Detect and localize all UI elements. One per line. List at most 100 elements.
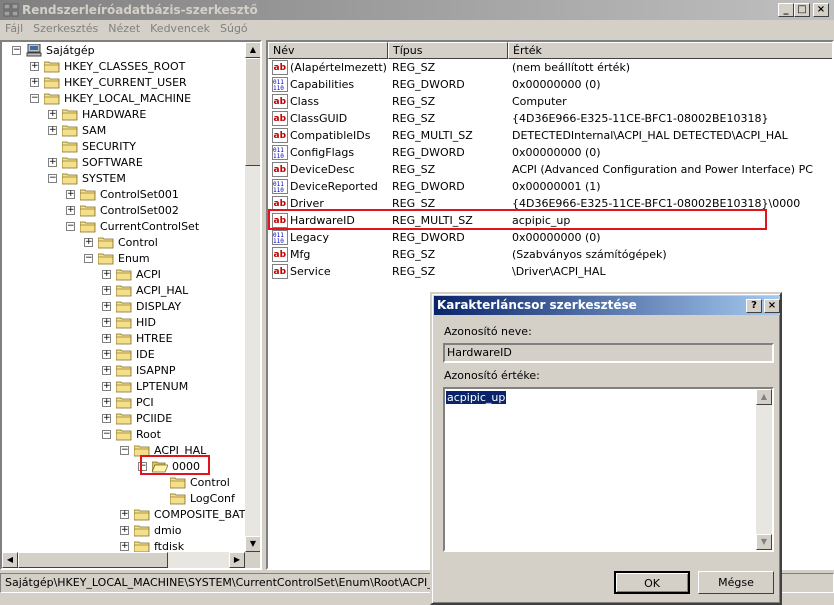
value-row[interactable]: 011 110 DeviceReported REG_DWORD 0x00000001 … [268,178,832,195]
expand-icon[interactable]: + [102,286,111,295]
tree-vertical-scrollbar[interactable]: ▲ ▼ [245,42,260,552]
tree-node[interactable]: + ACPI_HAL [2,283,245,299]
expand-icon[interactable]: + [102,350,111,359]
menu-favorites[interactable]: Kedvencek [145,20,215,37]
menu-view[interactable]: Nézet [103,20,145,37]
dialog-title-bar[interactable]: Karakterláncsor szerkesztése ? × [434,296,780,315]
scroll-down-arrow-icon[interactable]: ▼ [245,536,260,552]
expand-icon[interactable]: + [102,318,111,327]
expand-icon[interactable]: + [102,414,111,423]
column-header-value[interactable]: Érték [508,42,832,59]
tree-node[interactable]: − Enum [2,251,245,267]
close-button[interactable]: × [813,3,829,17]
collapse-icon[interactable]: − [12,46,21,55]
tree-node[interactable]: + ACPI [2,267,245,283]
column-header-type[interactable]: Típus [388,42,508,59]
expand-icon[interactable]: + [48,158,57,167]
title-bar[interactable]: Rendszerleíróadatbázis-szerkesztő _ □ × [0,0,834,20]
ok-button[interactable]: OK [614,571,690,594]
value-row[interactable]: ab (Alapértelmezett) REG_SZ (nem beállított… [268,59,832,76]
expand-icon[interactable]: + [120,542,129,551]
textarea-scroll-down-arrow-icon[interactable]: ▼ [756,534,772,550]
tree-node[interactable]: + HARDWARE [2,107,245,123]
value-data-textarea[interactable]: acpipic_up ▲ ▼ [443,387,774,552]
scroll-left-arrow-icon[interactable]: ◀ [2,552,18,568]
scroll-up-arrow-icon[interactable]: ▲ [245,42,260,58]
tree-scroll-thumb[interactable] [245,58,260,166]
tree-node[interactable]: + HKEY_CURRENT_USER [2,75,245,91]
menu-help[interactable]: Súgó [215,20,253,37]
value-row[interactable]: ab Class REG_SZ Computer [268,93,832,110]
tree-node[interactable]: − SYSTEM [2,171,245,187]
minimize-button[interactable]: _ [778,3,794,17]
expand-icon[interactable]: + [102,366,111,375]
tree-node[interactable]: + ControlSet002 [2,203,245,219]
tree-node[interactable]: + ISAPNP [2,363,245,379]
cancel-button[interactable]: Mégse [698,571,774,594]
tree-node[interactable]: − CurrentControlSet [2,219,245,235]
expand-icon[interactable]: + [30,78,39,87]
value-row[interactable]: 011 110 Capabilities REG_DWORD 0x00000000 (0… [268,76,832,93]
scroll-right-arrow-icon[interactable]: ▶ [229,552,245,568]
tree-node[interactable]: + PCI [2,395,245,411]
tree-node[interactable]: + SOFTWARE [2,155,245,171]
collapse-icon[interactable]: − [48,174,57,183]
dialog-help-button[interactable]: ? [746,299,762,313]
expand-icon[interactable]: + [102,382,111,391]
tree-node[interactable]: SECURITY [2,139,245,155]
column-header-name[interactable]: Név [268,42,388,59]
tree-node[interactable]: + COMPOSITE_BAT [2,507,245,523]
collapse-icon[interactable]: − [120,446,129,455]
tree-horizontal-scrollbar[interactable]: ◀ ▶ [2,552,245,568]
expand-icon[interactable]: + [48,110,57,119]
tree-node[interactable]: Control [2,475,245,491]
expand-icon[interactable]: + [48,126,57,135]
tree-node[interactable]: − Sajátgép [2,43,245,59]
tree-node-label: LPTENUM [136,380,189,393]
tree-node[interactable]: LogConf [2,491,245,507]
expand-icon[interactable]: + [102,302,111,311]
tree-node[interactable]: + HTREE [2,331,245,347]
textarea-scrollbar[interactable]: ▲ ▼ [756,389,772,550]
tree-node[interactable]: + ftdisk [2,539,245,552]
tree-hscroll-thumb[interactable] [18,552,168,568]
expand-icon[interactable]: + [84,238,93,247]
expand-icon[interactable]: + [30,62,39,71]
expand-icon[interactable]: + [66,206,75,215]
svg-text:110: 110 [273,153,284,160]
value-row[interactable]: ab Mfg REG_SZ (Szabványos számítógépek) [268,246,832,263]
collapse-icon[interactable]: − [102,430,111,439]
tree-node[interactable]: + DISPLAY [2,299,245,315]
tree-node[interactable]: + IDE [2,347,245,363]
value-row[interactable]: ab Service REG_SZ \Driver\ACPI_HAL [268,263,832,280]
expand-icon[interactable]: + [102,334,111,343]
value-row[interactable]: 011 110 ConfigFlags REG_DWORD 0x00000000 (0) [268,144,832,161]
tree-node[interactable]: + dmio [2,523,245,539]
tree-node[interactable]: − Root [2,427,245,443]
tree-node[interactable]: + HID [2,315,245,331]
menu-file[interactable]: Fájl [0,20,28,37]
value-row[interactable]: ab ClassGUID REG_SZ {4D36E966-E325-11CE-BFC… [268,110,832,127]
expand-icon[interactable]: + [120,526,129,535]
expand-icon[interactable]: + [120,510,129,519]
value-row[interactable]: ab DeviceDesc REG_SZ ACPI (Advanced Configu… [268,161,832,178]
value-row[interactable]: ab CompatibleIDs REG_MULTI_SZ DETECTEDInter… [268,127,832,144]
collapse-icon[interactable]: − [66,222,75,231]
collapse-icon[interactable]: − [30,94,39,103]
expand-icon[interactable]: + [102,398,111,407]
expand-icon[interactable]: + [102,270,111,279]
collapse-icon[interactable]: − [84,254,93,263]
tree-node[interactable]: + PCIIDE [2,411,245,427]
tree-node[interactable]: + LPTENUM [2,379,245,395]
tree-node[interactable]: − HKEY_LOCAL_MACHINE [2,91,245,107]
expand-icon[interactable]: + [66,190,75,199]
tree-node[interactable]: + Control [2,235,245,251]
textarea-scroll-up-arrow-icon[interactable]: ▲ [756,389,772,405]
tree-node[interactable]: + SAM [2,123,245,139]
maximize-button[interactable]: □ [794,3,810,17]
menu-edit[interactable]: Szerkesztés [28,20,103,37]
dialog-close-button[interactable]: × [764,299,780,313]
value-row[interactable]: 011 110 Legacy REG_DWORD 0x00000000 (0) [268,229,832,246]
tree-node[interactable]: + ControlSet001 [2,187,245,203]
tree-node[interactable]: + HKEY_CLASSES_ROOT [2,59,245,75]
